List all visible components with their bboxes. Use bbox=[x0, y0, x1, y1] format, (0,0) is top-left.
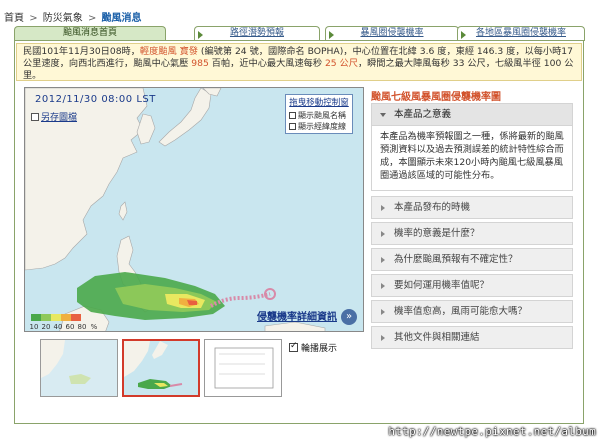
tab-label: 路徑潛勢預報 bbox=[229, 28, 284, 38]
faq-item-uncertainty[interactable]: 為什麼颱風預報有不確定性？ bbox=[371, 248, 573, 271]
legend-label: 20 bbox=[41, 323, 51, 331]
breadcrumb-home[interactable]: 首頁 bbox=[4, 13, 24, 24]
thumbnail-graphic bbox=[124, 341, 198, 395]
chevron-right-icon bbox=[381, 231, 385, 237]
faq-item-timing[interactable]: 本產品發布的時機 bbox=[371, 196, 573, 219]
show-latlon-label: 顯示經緯度線 bbox=[298, 122, 346, 131]
chevron-right-icon bbox=[461, 31, 466, 39]
breadcrumb-section[interactable]: 防災氣象 bbox=[43, 13, 83, 24]
picture-icon bbox=[31, 112, 39, 121]
faq-item-label: 要如何運用機率值呢？ bbox=[394, 280, 490, 291]
tab-track-forecast[interactable]: 路徑潛勢預報 bbox=[194, 26, 320, 41]
option-show-name[interactable]: 顯示颱風名稱 bbox=[289, 110, 349, 121]
legend-swatch bbox=[61, 314, 71, 321]
legend-swatch bbox=[51, 314, 61, 321]
breadcrumb: 首頁 > 防災氣象 > 颱風消息 bbox=[4, 9, 142, 24]
watermark: http://newtpe.pixnet.net/album bbox=[388, 425, 596, 438]
probability-map[interactable]: 2012/11/30 08:00 LST 另存圖檔 拖曳移動控制窗 顯示颱風名稱… bbox=[24, 87, 364, 332]
faq-item-label: 機率值愈高，風雨可能愈大嗎？ bbox=[394, 306, 528, 317]
faq-item-label: 本產品之意義 bbox=[394, 109, 452, 120]
typhoon-info-box: 民國101年11月30日08時，輕度颱風 寶發 (編號第 24 號，國際命名 B… bbox=[16, 43, 582, 81]
legend-labels: 10 20 40 60 80 % bbox=[29, 323, 99, 331]
save-image-label: 另存圖檔 bbox=[41, 113, 78, 123]
map-control-window[interactable]: 拖曳移動控制窗 顯示颱風名稱 顯示經緯度線 bbox=[285, 94, 353, 134]
option-show-latlon[interactable]: 顯示經緯度線 bbox=[289, 121, 349, 132]
pressure-value: 985 bbox=[191, 58, 209, 69]
carousel-checkbox[interactable] bbox=[289, 341, 298, 352]
faq-item-probability[interactable]: 機率的意義是什麼？ bbox=[371, 222, 573, 245]
probability-detail-link[interactable]: 侵襲機率詳細資訊 bbox=[257, 308, 337, 323]
map-timestamp: 2012/11/30 08:00 LST bbox=[35, 94, 156, 105]
faq-item-label: 為什麼颱風預報有不確定性？ bbox=[394, 254, 518, 265]
show-name-label: 顯示颱風名稱 bbox=[298, 111, 346, 120]
info-text: 民國101年11月30日08時， bbox=[23, 46, 140, 57]
probability-legend bbox=[31, 314, 81, 321]
breadcrumb-separator: > bbox=[29, 13, 38, 24]
faq-item-usage[interactable]: 要如何運用機率值呢？ bbox=[371, 274, 573, 297]
tab-regional-probability[interactable]: 各地區暴風圈侵襲機率 bbox=[457, 26, 585, 41]
legend-label: 60 bbox=[65, 323, 75, 331]
thumbnail-strip: 輪播展示 bbox=[24, 339, 364, 399]
legend-swatch bbox=[71, 314, 81, 321]
faq-item-body: 本產品為機率預報圖之一種，係將最新的颱風預測資料以及過去預測誤差的統計特性綜合而… bbox=[371, 126, 573, 191]
legend-swatch bbox=[41, 314, 51, 321]
tab-label: 颱風消息首頁 bbox=[62, 28, 117, 38]
typhoon-name: 輕度颱風 寶發 bbox=[139, 46, 198, 57]
info-text: 百帕，近中心最大風速每秒 bbox=[208, 58, 325, 69]
chevron-right-icon bbox=[381, 335, 385, 341]
legend-label: % bbox=[90, 323, 98, 331]
breadcrumb-separator: > bbox=[87, 13, 97, 24]
thumbnail-3[interactable] bbox=[204, 339, 282, 397]
chevron-right-icon bbox=[329, 31, 334, 39]
carousel-toggle[interactable]: 輪播展示 bbox=[289, 341, 337, 354]
thumbnail-2[interactable] bbox=[122, 339, 200, 397]
faq-item-meaning[interactable]: 本產品之意義 bbox=[371, 103, 573, 126]
expand-icon[interactable]: » bbox=[341, 309, 357, 325]
faq-item-label: 機率的意義是什麼？ bbox=[394, 228, 480, 239]
chevron-right-icon bbox=[381, 283, 385, 289]
tab-bar: 颱風消息首頁 路徑潛勢預報 暴風圈侵襲機率 各地區暴風圈侵襲機率 bbox=[14, 26, 585, 42]
carousel-label: 輪播展示 bbox=[301, 344, 338, 354]
faq-item-intensity[interactable]: 機率值愈高，風雨可能愈大嗎？ bbox=[371, 300, 573, 323]
legend-swatch bbox=[31, 314, 41, 321]
show-latlon-checkbox[interactable] bbox=[289, 123, 296, 130]
thumbnail-graphic bbox=[41, 340, 117, 396]
legend-label: 10 bbox=[29, 323, 39, 331]
legend-label: 80 bbox=[77, 323, 87, 331]
chevron-right-icon bbox=[381, 205, 385, 211]
thumbnail-1[interactable] bbox=[40, 339, 118, 397]
faq-item-label: 本產品發布的時機 bbox=[394, 202, 471, 213]
control-window-title[interactable]: 拖曳移動控制窗 bbox=[289, 96, 349, 108]
chevron-right-icon bbox=[381, 257, 385, 263]
chevron-right-icon bbox=[381, 309, 385, 315]
save-image-link[interactable]: 另存圖檔 bbox=[31, 110, 77, 123]
tab-label: 各地區暴風圈侵襲機率 bbox=[475, 28, 566, 38]
legend-label: 40 bbox=[53, 323, 63, 331]
tab-label: 暴風圈侵襲機率 bbox=[360, 28, 424, 38]
section-title: 颱風七級風暴風圈侵襲機率圖 bbox=[371, 92, 501, 103]
wind-speed-value: 25 公尺 bbox=[324, 58, 358, 69]
thumbnail-graphic bbox=[205, 340, 281, 396]
tab-wind-probability[interactable]: 暴風圈侵襲機率 bbox=[325, 26, 459, 41]
chevron-right-icon bbox=[198, 31, 203, 39]
chevron-down-icon bbox=[380, 113, 386, 117]
show-name-checkbox[interactable] bbox=[289, 112, 296, 119]
faq-item-links[interactable]: 其他文件與相關連結 bbox=[371, 326, 573, 349]
faq-item-label: 其他文件與相關連結 bbox=[394, 332, 480, 343]
breadcrumb-current: 颱風消息 bbox=[101, 13, 142, 24]
